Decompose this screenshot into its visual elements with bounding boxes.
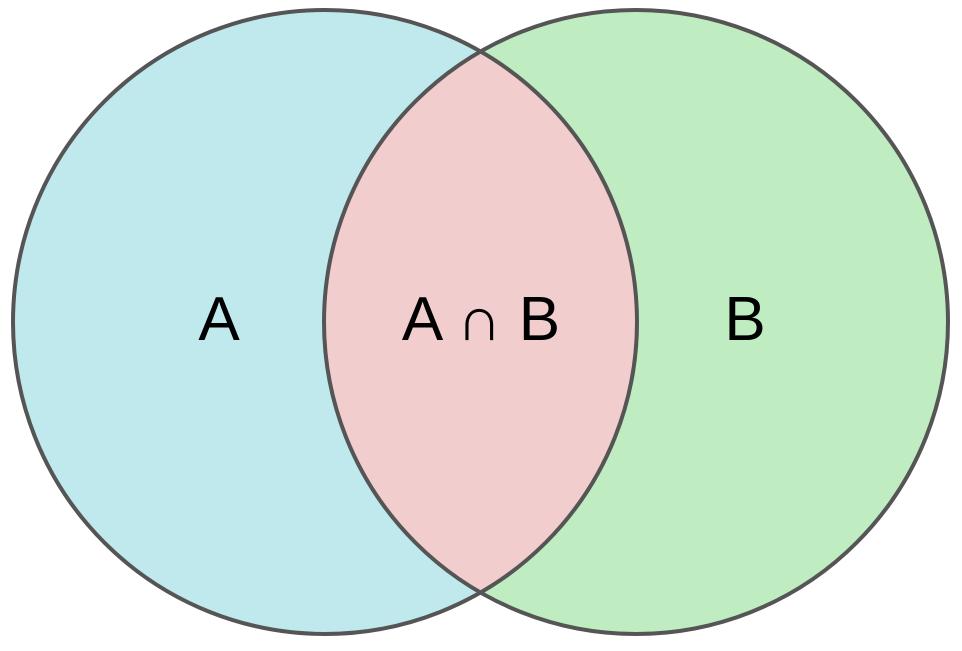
- intersection-label: A ∩ B: [402, 285, 560, 354]
- set-a-label: A: [198, 285, 240, 354]
- set-b-label: B: [724, 285, 765, 354]
- venn-diagram: A A ∩ B B: [11, 8, 950, 636]
